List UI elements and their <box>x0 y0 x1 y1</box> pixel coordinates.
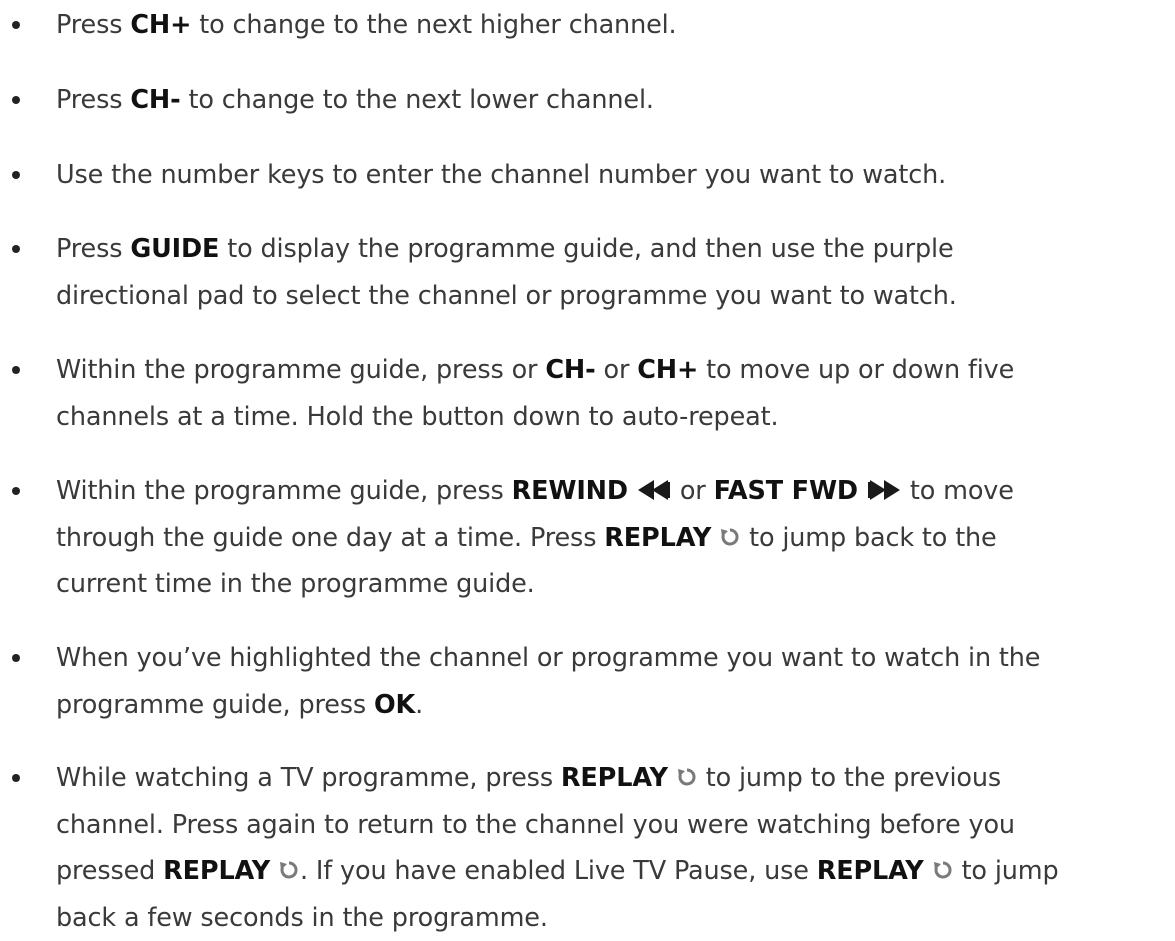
list-item-text: Press CH+ to change to the next higher c… <box>56 10 677 40</box>
bullet-dot <box>12 21 20 29</box>
bullet-dot <box>12 245 20 253</box>
key-ch-plus: CH+ <box>130 10 192 40</box>
key-replay: REPLAY <box>816 856 924 886</box>
key-ch-minus: CH- <box>130 85 181 115</box>
replay-icon <box>676 766 698 788</box>
bullet-dot <box>12 487 20 495</box>
list-item-text: While watching a TV programme, press REP… <box>56 763 1059 933</box>
list-item-text: Within the programme guide, press REWIND… <box>56 476 1014 599</box>
key-ok: OK <box>374 689 416 720</box>
list-item-text: Use the number keys to enter the channel… <box>56 160 947 190</box>
list-item-text: When you’ve highlighted the channel or p… <box>56 643 1041 720</box>
key-replay: REPLAY <box>560 763 668 793</box>
list-item-text: Within the programme guide, press or CH-… <box>56 355 1015 432</box>
bullet-dot <box>12 654 20 662</box>
bullet-dot <box>12 171 20 179</box>
key-guide: GUIDE <box>130 234 220 264</box>
list-item-text: Press CH- to change to the next lower ch… <box>56 85 654 115</box>
replay-icon <box>278 859 300 881</box>
rewind-icon <box>636 479 672 501</box>
key-ch-plus: CH+ <box>637 355 699 385</box>
key-replay: REPLAY <box>604 522 712 553</box>
key-replay: REPLAY <box>163 856 271 886</box>
bullet-dot <box>12 366 20 374</box>
replay-icon <box>932 859 954 881</box>
list-item-text: Press GUIDE to display the programme gui… <box>56 234 957 311</box>
fast-forward-icon <box>866 479 902 501</box>
bullet-dot <box>12 96 20 104</box>
key-fast-fwd: FAST FWD <box>713 476 859 506</box>
bullet-dot <box>12 774 20 782</box>
key-ch-minus: CH- <box>545 355 596 385</box>
replay-icon <box>719 526 741 548</box>
key-rewind: REWIND <box>511 476 628 506</box>
